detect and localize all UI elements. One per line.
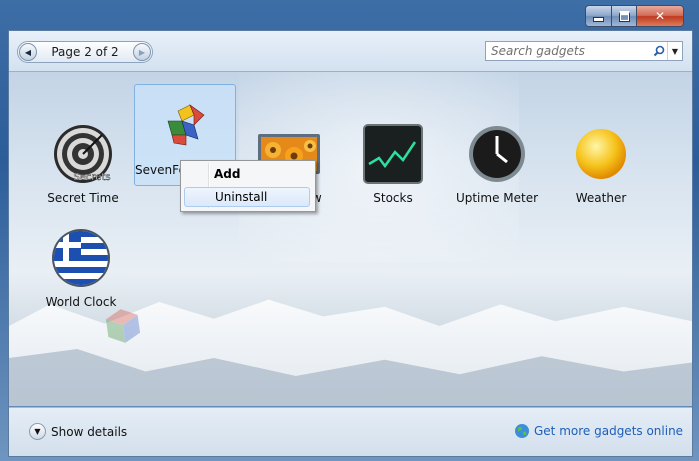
menu-item-add[interactable]: Add: [184, 164, 310, 184]
gadget-weather[interactable]: Weather: [550, 112, 652, 214]
chevron-right-icon: ▶: [138, 47, 146, 57]
close-icon: ✕: [654, 9, 666, 23]
close-button[interactable]: ✕: [637, 6, 683, 26]
bottom-bar: ▼ Show details Get more gadgets online: [9, 407, 692, 456]
get-more-gadgets-label: Get more gadgets online: [534, 424, 684, 438]
maximize-icon: [618, 10, 630, 22]
expand-button[interactable]: ▼: [29, 423, 46, 440]
show-details-label: Show details: [51, 424, 128, 439]
context-menu: Add Uninstall: [180, 160, 316, 212]
chevron-down-icon: ▼: [34, 427, 41, 436]
greek-flag-icon: [48, 225, 114, 291]
secret-icon-text: Secrets: [73, 172, 110, 183]
gallery-client-area: ◀ Page 2 of 2 ▶ ▼: [8, 30, 693, 457]
chevron-down-icon: ▼: [671, 46, 679, 56]
gadget-label: Secret Time: [47, 191, 119, 205]
gadget-world-clock[interactable]: World Clock: [30, 216, 132, 318]
sun-icon: [568, 121, 634, 187]
previous-page-button[interactable]: ◀: [19, 43, 37, 61]
search-box: ▼: [485, 41, 683, 61]
gadget-label: World Clock: [45, 295, 117, 309]
minimize-icon: [593, 16, 604, 22]
gadget-uptime-meter[interactable]: Uptime Meter: [446, 112, 548, 214]
page-navigator: ◀ Page 2 of 2 ▶: [17, 41, 153, 63]
search-input[interactable]: [486, 43, 651, 59]
get-more-gadgets-link[interactable]: Get more gadgets online: [514, 423, 683, 439]
stocks-chart-icon: [360, 121, 426, 187]
clock-icon: [464, 121, 530, 187]
minimize-button[interactable]: [586, 6, 612, 26]
menu-item-uninstall[interactable]: Uninstall: [184, 187, 310, 207]
chevron-left-icon: ◀: [24, 47, 32, 57]
gadget-label: Stocks: [373, 191, 413, 205]
search-icon[interactable]: [651, 43, 667, 59]
show-details-toggle[interactable]: ▼ Show details: [29, 423, 127, 440]
gadget-stocks[interactable]: Stocks: [342, 112, 444, 214]
secret-target-icon: Secrets: [50, 121, 116, 187]
gadget-label: Uptime Meter: [455, 191, 539, 205]
gadget-gallery-window: ✕ ◀ Page 2 of 2 ▶ ▼: [0, 0, 699, 461]
gadget-secret-time[interactable]: Secrets Secret Time: [32, 112, 134, 214]
sevenforums-cube-icon: [152, 93, 218, 159]
globe-icon: [514, 423, 530, 439]
top-toolbar: ◀ Page 2 of 2 ▶ ▼: [9, 31, 692, 72]
next-page-button[interactable]: ▶: [133, 43, 151, 61]
search-dropdown-button[interactable]: ▼: [667, 42, 682, 60]
window-controls: ✕: [585, 5, 684, 27]
gadget-gallery: Secrets Secret Time SevenForums M...: [9, 72, 692, 406]
maximize-button[interactable]: [612, 6, 637, 26]
gadget-label: Weather: [575, 191, 627, 205]
page-indicator: Page 2 of 2: [51, 45, 119, 59]
